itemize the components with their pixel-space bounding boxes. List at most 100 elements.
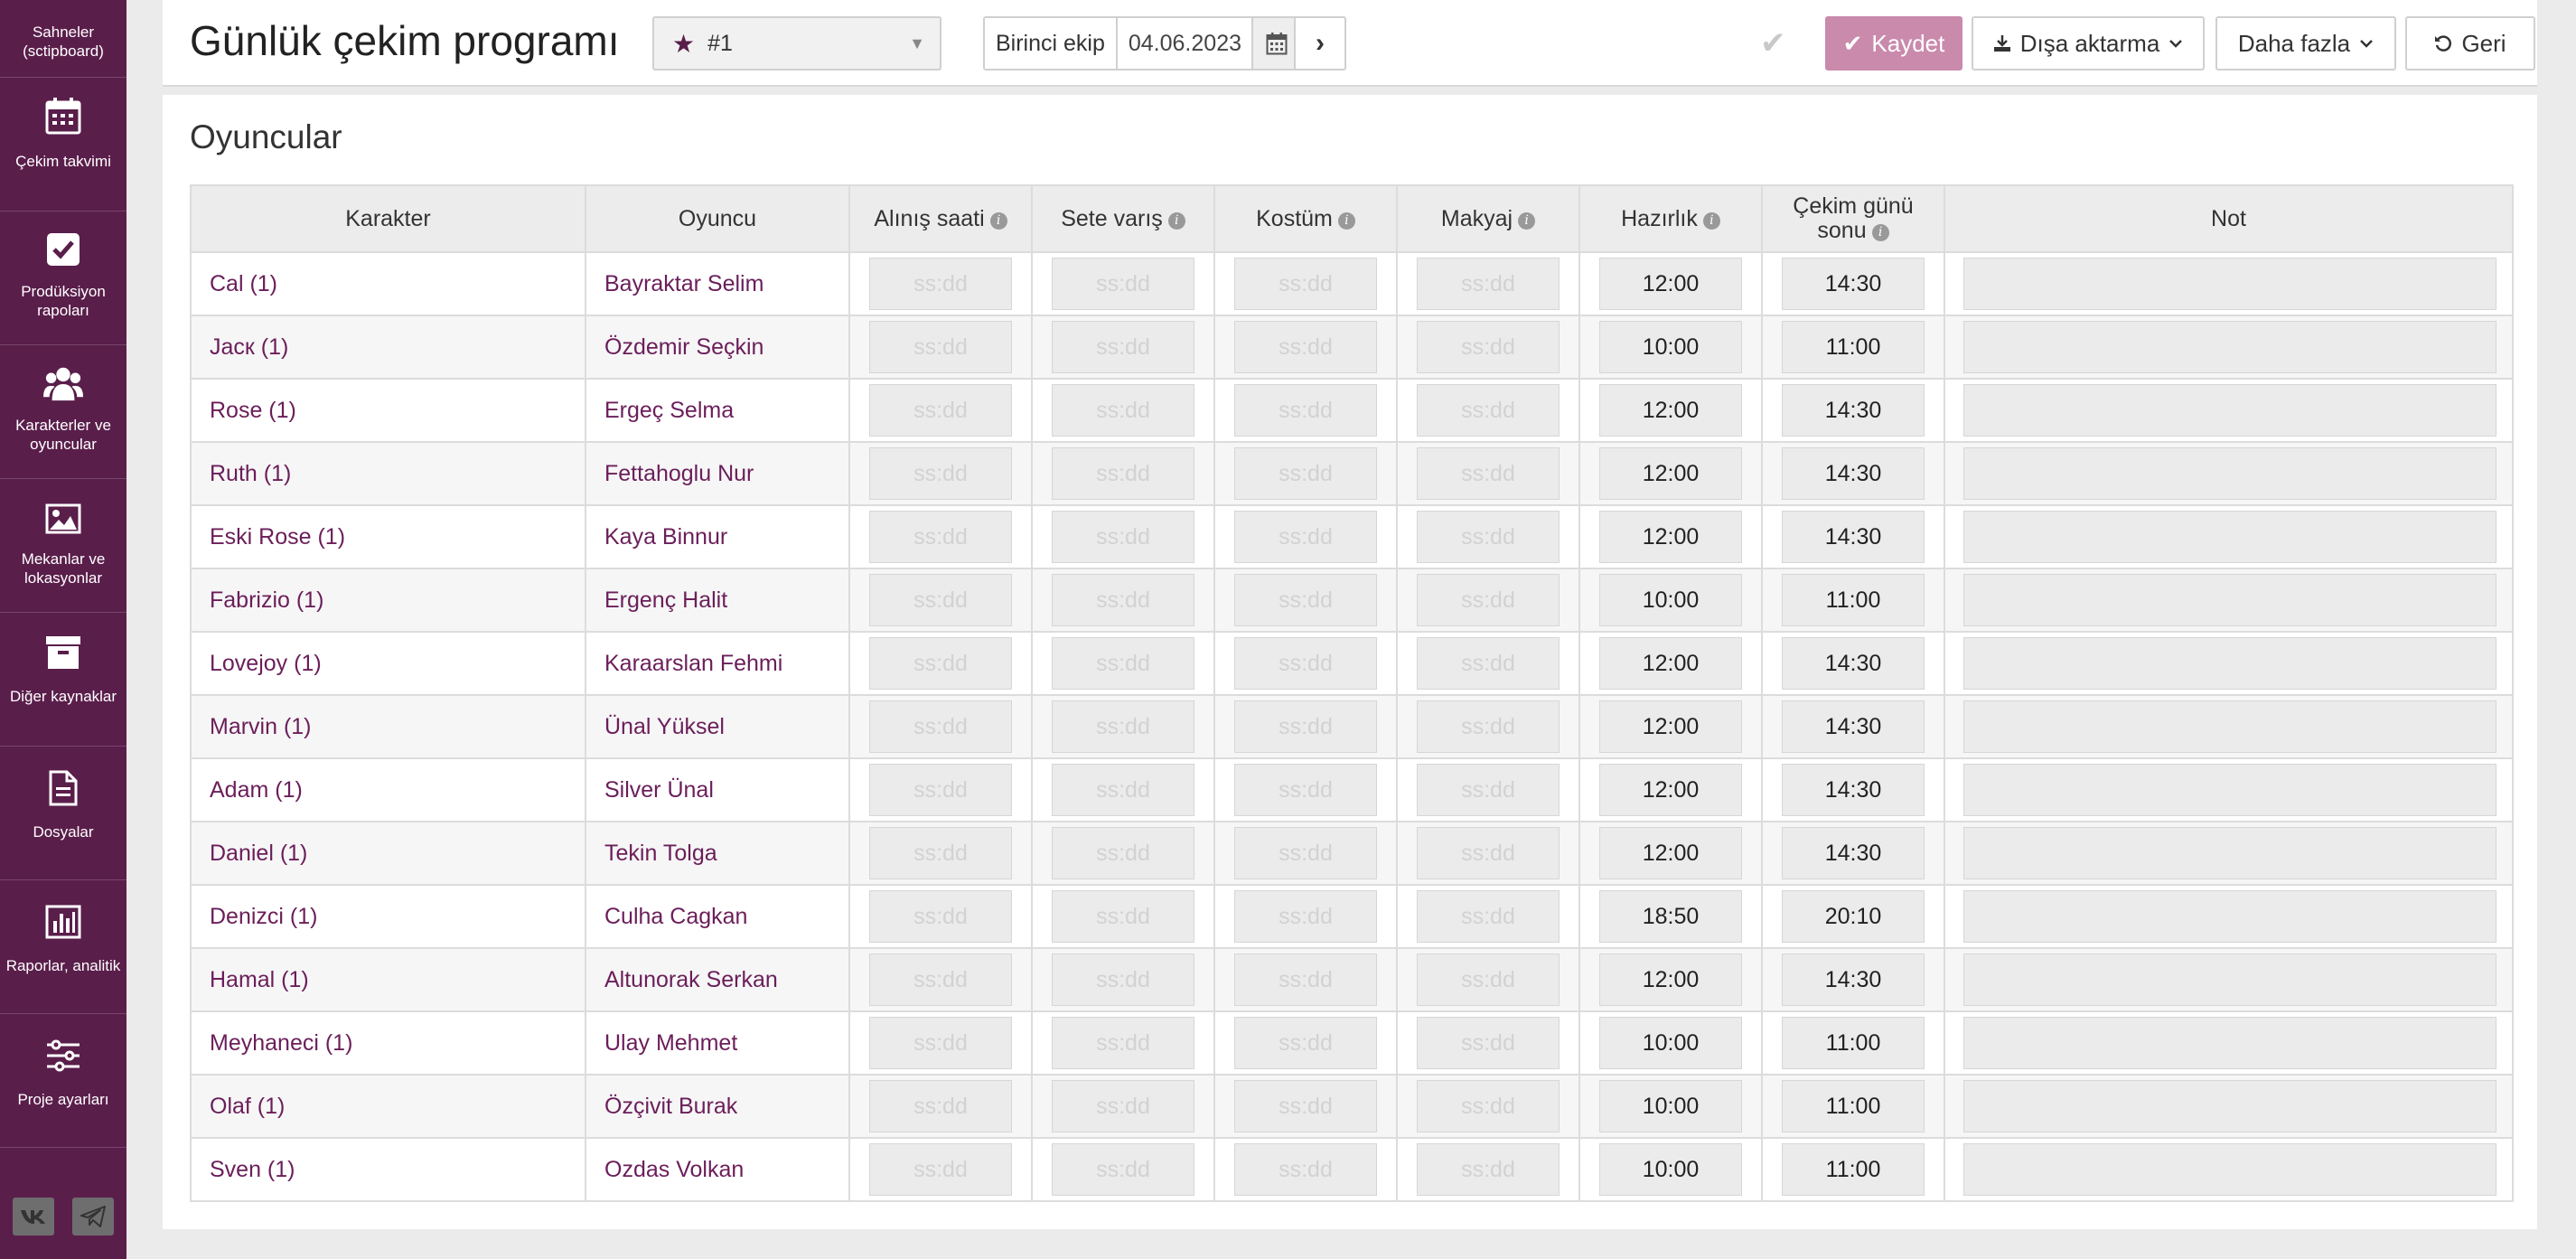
actor-link[interactable]: Fettahoglu Nur bbox=[585, 442, 850, 506]
on-set-time-input[interactable]: ss:dd bbox=[1052, 447, 1194, 500]
on-set-time-input[interactable]: ss:dd bbox=[1052, 700, 1194, 753]
actor-link[interactable]: Özdemir Seçkin bbox=[585, 315, 850, 380]
info-icon[interactable]: i bbox=[1337, 211, 1355, 230]
character-link[interactable]: Ruth (1) bbox=[190, 442, 586, 506]
costume-time-input[interactable]: ss:dd bbox=[1234, 1080, 1377, 1132]
character-link[interactable]: Adam (1) bbox=[190, 758, 586, 822]
wrap-time-input[interactable]: 11:00 bbox=[1782, 1017, 1925, 1069]
note-input[interactable] bbox=[1963, 384, 2496, 437]
pickup-time-input[interactable]: ss:dd bbox=[869, 511, 1012, 563]
on-set-time-input[interactable]: ss:dd bbox=[1052, 890, 1194, 943]
actor-link[interactable]: Culha Cagkan bbox=[585, 885, 850, 949]
pickup-time-input[interactable]: ss:dd bbox=[869, 1080, 1012, 1132]
note-input[interactable] bbox=[1963, 321, 2496, 373]
note-input[interactable] bbox=[1963, 1080, 2496, 1132]
wrap-time-input[interactable]: 11:00 bbox=[1782, 321, 1925, 373]
makeup-time-input[interactable]: ss:dd bbox=[1417, 700, 1560, 753]
wrap-time-input[interactable]: 14:30 bbox=[1782, 700, 1925, 753]
note-input[interactable] bbox=[1963, 954, 2496, 1006]
sidebar-item-locations[interactable]: Mekanlar ve lokasyonlar bbox=[0, 479, 126, 613]
ready-time-input[interactable]: 12:00 bbox=[1599, 384, 1742, 437]
costume-time-input[interactable]: ss:dd bbox=[1234, 890, 1377, 943]
makeup-time-input[interactable]: ss:dd bbox=[1417, 384, 1560, 437]
sidebar-item-files[interactable]: Dosyalar bbox=[0, 747, 126, 880]
makeup-time-input[interactable]: ss:dd bbox=[1417, 1017, 1560, 1069]
costume-time-input[interactable]: ss:dd bbox=[1234, 384, 1377, 437]
on-set-time-input[interactable]: ss:dd bbox=[1052, 258, 1194, 310]
wrap-time-input[interactable]: 14:30 bbox=[1782, 447, 1925, 500]
back-button[interactable]: Geri bbox=[2405, 16, 2535, 70]
note-input[interactable] bbox=[1963, 637, 2496, 690]
on-set-time-input[interactable]: ss:dd bbox=[1052, 321, 1194, 373]
actor-link[interactable]: Kaya Binnur bbox=[585, 505, 850, 569]
character-link[interactable]: Marvin (1) bbox=[190, 695, 586, 759]
makeup-time-input[interactable]: ss:dd bbox=[1417, 1143, 1560, 1196]
ready-time-input[interactable]: 12:00 bbox=[1599, 447, 1742, 500]
note-input[interactable] bbox=[1963, 1017, 2496, 1069]
actor-link[interactable]: Ulay Mehmet bbox=[585, 1011, 850, 1076]
wrap-time-input[interactable]: 11:00 bbox=[1782, 574, 1925, 626]
costume-time-input[interactable]: ss:dd bbox=[1234, 700, 1377, 753]
ready-time-input[interactable]: 12:00 bbox=[1599, 258, 1742, 310]
note-input[interactable] bbox=[1963, 764, 2496, 816]
costume-time-input[interactable]: ss:dd bbox=[1234, 827, 1377, 879]
telegram-icon[interactable] bbox=[72, 1198, 114, 1236]
pickup-time-input[interactable]: ss:dd bbox=[869, 1143, 1012, 1196]
wrap-time-input[interactable]: 14:30 bbox=[1782, 258, 1925, 310]
sidebar-item-project-settings[interactable]: Proje ayarları bbox=[0, 1014, 126, 1148]
sidebar-item-reports[interactable]: Raporlar, analitik bbox=[0, 880, 126, 1014]
note-input[interactable] bbox=[1963, 1143, 2496, 1196]
makeup-time-input[interactable]: ss:dd bbox=[1417, 890, 1560, 943]
export-dropdown-button[interactable]: Dışa aktarma bbox=[1972, 16, 2205, 70]
on-set-time-input[interactable]: ss:dd bbox=[1052, 1143, 1194, 1196]
ready-time-input[interactable]: 10:00 bbox=[1599, 1143, 1742, 1196]
actor-link[interactable]: Ergeç Selma bbox=[585, 379, 850, 443]
wrap-time-input[interactable]: 11:00 bbox=[1782, 1080, 1925, 1132]
costume-time-input[interactable]: ss:dd bbox=[1234, 321, 1377, 373]
actor-link[interactable]: Tekin Tolga bbox=[585, 822, 850, 886]
makeup-time-input[interactable]: ss:dd bbox=[1417, 764, 1560, 816]
sidebar-item-scenes[interactable]: Sahneler (sctipboard) bbox=[0, 0, 126, 78]
wrap-time-input[interactable]: 14:30 bbox=[1782, 954, 1925, 1006]
pickup-time-input[interactable]: ss:dd bbox=[869, 384, 1012, 437]
character-link[interactable]: Lovejoy (1) bbox=[190, 632, 586, 696]
ready-time-input[interactable]: 10:00 bbox=[1599, 574, 1742, 626]
sidebar-item-production-reports[interactable]: Prodüksiyon rapoları bbox=[0, 211, 126, 345]
actor-link[interactable]: Ünal Yüksel bbox=[585, 695, 850, 759]
makeup-time-input[interactable]: ss:dd bbox=[1417, 321, 1560, 373]
character-link[interactable]: Olaf (1) bbox=[190, 1075, 586, 1139]
makeup-time-input[interactable]: ss:dd bbox=[1417, 637, 1560, 690]
actor-link[interactable]: Ozdas Volkan bbox=[585, 1138, 850, 1202]
wrap-time-input[interactable]: 14:30 bbox=[1782, 637, 1925, 690]
ready-time-input[interactable]: 12:00 bbox=[1599, 764, 1742, 816]
vk-icon[interactable] bbox=[13, 1198, 54, 1236]
sidebar-item-calendar[interactable]: Çekim takvimi bbox=[0, 78, 126, 211]
character-link[interactable]: Daniel (1) bbox=[190, 822, 586, 886]
character-link[interactable]: Hamal (1) bbox=[190, 948, 586, 1012]
makeup-time-input[interactable]: ss:dd bbox=[1417, 827, 1560, 879]
note-input[interactable] bbox=[1963, 447, 2496, 500]
pickup-time-input[interactable]: ss:dd bbox=[869, 890, 1012, 943]
wrap-time-input[interactable]: 14:30 bbox=[1782, 384, 1925, 437]
ready-time-input[interactable]: 10:00 bbox=[1599, 321, 1742, 373]
actor-link[interactable]: Ergenç Halit bbox=[585, 568, 850, 633]
costume-time-input[interactable]: ss:dd bbox=[1234, 1017, 1377, 1069]
on-set-time-input[interactable]: ss:dd bbox=[1052, 574, 1194, 626]
character-link[interactable]: Fabrizio (1) bbox=[190, 568, 586, 633]
on-set-time-input[interactable]: ss:dd bbox=[1052, 1017, 1194, 1069]
note-input[interactable] bbox=[1963, 700, 2496, 753]
note-input[interactable] bbox=[1963, 827, 2496, 879]
note-input[interactable] bbox=[1963, 511, 2496, 563]
makeup-time-input[interactable]: ss:dd bbox=[1417, 511, 1560, 563]
ready-time-input[interactable]: 12:00 bbox=[1599, 954, 1742, 1006]
costume-time-input[interactable]: ss:dd bbox=[1234, 764, 1377, 816]
costume-time-input[interactable]: ss:dd bbox=[1234, 574, 1377, 626]
makeup-time-input[interactable]: ss:dd bbox=[1417, 954, 1560, 1006]
pickup-time-input[interactable]: ss:dd bbox=[869, 637, 1012, 690]
ready-time-input[interactable]: 10:00 bbox=[1599, 1017, 1742, 1069]
pickup-time-input[interactable]: ss:dd bbox=[869, 574, 1012, 626]
more-dropdown-button[interactable]: Daha fazla bbox=[2215, 16, 2396, 70]
sidebar-item-other-resources[interactable]: Diğer kaynaklar bbox=[0, 613, 126, 747]
pickup-time-input[interactable]: ss:dd bbox=[869, 321, 1012, 373]
wrap-time-input[interactable]: 14:30 bbox=[1782, 511, 1925, 563]
